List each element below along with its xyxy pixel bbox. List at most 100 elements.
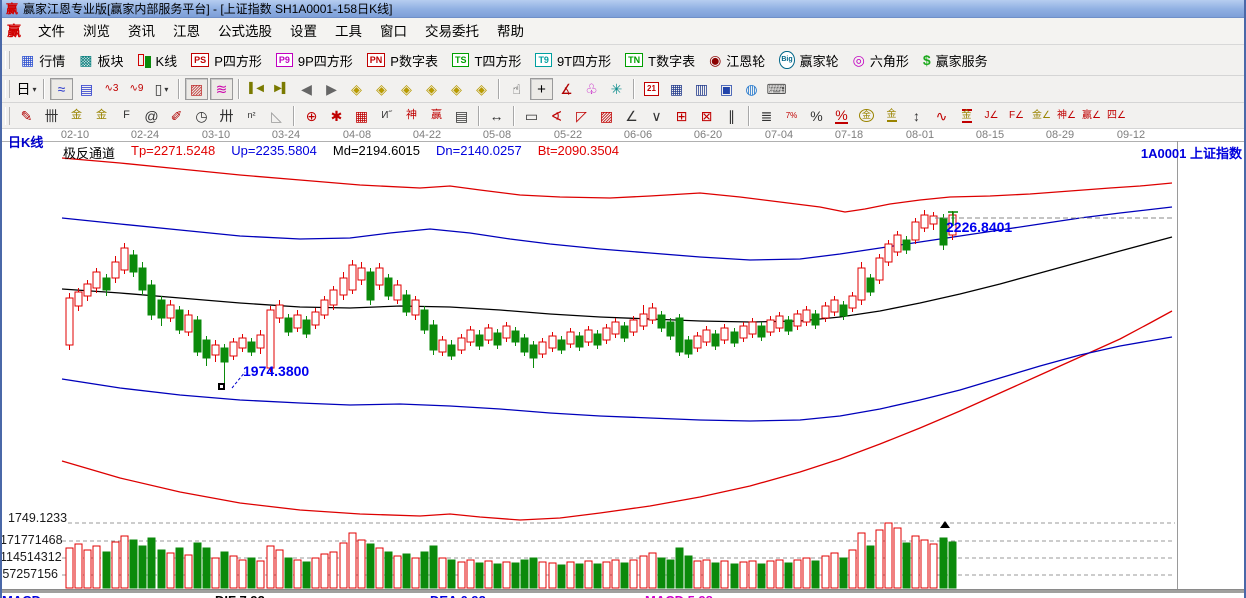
t-square-button[interactable]: TS T四方形 xyxy=(445,49,528,72)
skip-first-button[interactable]: ▌◀ xyxy=(245,78,268,100)
crosshair-tool-button[interactable]: + xyxy=(530,78,553,100)
diamond-shrink-button[interactable]: ◈ xyxy=(420,78,443,100)
j-angle-button[interactable]: J∠ xyxy=(980,105,1003,127)
price-chart[interactable] xyxy=(0,129,1246,598)
menu-item-settings[interactable]: 设置 xyxy=(281,19,326,44)
9t-square-button[interactable]: T9 9T四方形 xyxy=(528,49,618,72)
shen-tool-button[interactable]: 神 xyxy=(400,105,423,127)
diamond-star-button[interactable]: ◈ xyxy=(470,78,493,100)
menu-item-trade[interactable]: 交易委托 xyxy=(416,19,488,44)
hash-grid-button[interactable]: 卅 xyxy=(215,105,238,127)
winner-wheel-button[interactable]: Big 赢家轮 xyxy=(772,49,845,72)
title-bar[interactable]: 赢 赢家江恩专业版[赢家内部服务平台] - [上证指数 SH1A0001-158… xyxy=(0,0,1246,18)
shen-angle-button[interactable]: 神∠ xyxy=(1055,105,1078,127)
percent-button[interactable]: % xyxy=(805,105,828,127)
hexagon-button[interactable]: ◎ 六角形 xyxy=(846,49,916,72)
i-wave-button[interactable]: И˝ xyxy=(375,105,398,127)
toolbar-grip[interactable] xyxy=(5,106,10,125)
rect-tool-button[interactable]: ▭ xyxy=(520,105,543,127)
diamond-right-button[interactable]: ◈ xyxy=(370,78,393,100)
half-angle-button[interactable]: ◺ xyxy=(265,105,288,127)
menu-item-browse[interactable]: 浏览 xyxy=(74,19,119,44)
candle-style-dropdown-icon[interactable]: ▾ xyxy=(32,85,36,94)
kline-button[interactable]: K线 xyxy=(131,49,185,72)
diamond-expand-button[interactable]: ◈ xyxy=(395,78,418,100)
gann-clock-button[interactable]: ◷ xyxy=(190,105,213,127)
circle-cross-button[interactable]: ⊕ xyxy=(300,105,323,127)
measure-pen-button[interactable]: ↕ xyxy=(905,105,928,127)
fan-lines-button[interactable]: ∢ xyxy=(545,105,568,127)
n-squared-button[interactable]: n² xyxy=(240,105,263,127)
p-square-button[interactable]: PS P四方形 xyxy=(184,49,269,72)
step-back-button[interactable]: ◀ xyxy=(295,78,318,100)
menu-item-file[interactable]: 文件 xyxy=(29,19,74,44)
gold-circle-button[interactable]: 金 xyxy=(855,105,878,127)
hollow-candle-button[interactable]: ▯ ▾ xyxy=(150,78,173,100)
wave-tool-button[interactable]: ✳ xyxy=(605,78,628,100)
ladder-button[interactable]: ≣ xyxy=(755,105,778,127)
remote-pc-button[interactable]: ⌨ xyxy=(765,78,788,100)
a-wave-button[interactable]: ∿ xyxy=(930,105,953,127)
notepad-button[interactable]: ▥ xyxy=(690,78,713,100)
menu-item-window[interactable]: 窗口 xyxy=(371,19,416,44)
calendar-button[interactable]: 21 xyxy=(640,78,663,100)
candle-style-button[interactable]: 日 ▾ xyxy=(15,78,38,100)
gann-flower-button[interactable]: ♧ xyxy=(580,78,603,100)
diamond-burst-button[interactable]: ◈ xyxy=(445,78,468,100)
info-document-button[interactable]: ▤ xyxy=(75,78,98,100)
web-grid-button[interactable]: ▦ xyxy=(350,105,373,127)
percent-gauge-button[interactable]: 7% xyxy=(780,105,803,127)
gold-grid-1-button[interactable]: 金 xyxy=(65,105,88,127)
gann-wheel-button[interactable]: ◉ 江恩轮 xyxy=(702,49,772,72)
gann-grid-button[interactable]: 卌 xyxy=(40,105,63,127)
menu-item-gann[interactable]: 江恩 xyxy=(164,19,209,44)
price-brush-button[interactable]: ✐ xyxy=(165,105,188,127)
ruler-123-button[interactable]: ▤ xyxy=(450,105,473,127)
fan-box-button[interactable]: ◸ xyxy=(570,105,593,127)
hand-tool-button[interactable]: ☝ xyxy=(505,78,528,100)
percent-line-button[interactable]: % xyxy=(830,105,853,127)
p-number-table-button[interactable]: PN P数字表 xyxy=(360,49,445,72)
menu-item-news[interactable]: 资讯 xyxy=(119,19,164,44)
winner-service-button[interactable]: $ 赢家服务 xyxy=(916,49,995,72)
menu-item-formula-pick[interactable]: 公式选股 xyxy=(209,19,281,44)
skip-last-button[interactable]: ▶▌ xyxy=(270,78,293,100)
web-box-button[interactable]: ▨ xyxy=(595,105,618,127)
toolbar-grip[interactable] xyxy=(5,80,10,98)
wave-9-button[interactable]: ∿9 xyxy=(125,78,148,100)
toolbar-grip[interactable] xyxy=(5,51,10,69)
menu-item-help[interactable]: 帮助 xyxy=(488,19,533,44)
gold-line-button[interactable]: 金 xyxy=(880,105,903,127)
f-grid-button[interactable]: F xyxy=(115,105,138,127)
hollow-candle-dropdown-icon[interactable]: ▾ xyxy=(164,85,168,94)
gold-angle-button[interactable]: 金∠ xyxy=(1030,105,1053,127)
grid-plus-button[interactable]: ⊞ xyxy=(670,105,693,127)
star-rays-button[interactable]: ✱ xyxy=(325,105,348,127)
network-button[interactable]: ◍ xyxy=(740,78,763,100)
t-number-table-button[interactable]: TN T数字表 xyxy=(618,49,702,72)
menu-item-tools[interactable]: 工具 xyxy=(326,19,371,44)
ying-angle-button[interactable]: 赢∠ xyxy=(1080,105,1103,127)
width-measure-button[interactable]: ↔ xyxy=(485,105,508,127)
sectors-button[interactable]: ▩ 板块 xyxy=(72,49,130,72)
four-angle-button[interactable]: 四∠ xyxy=(1105,105,1128,127)
save-button[interactable]: ▣ xyxy=(715,78,738,100)
ying-tool-button[interactable]: 赢 xyxy=(425,105,448,127)
gold-grid-2-button[interactable]: 金 xyxy=(90,105,113,127)
f-angle-button[interactable]: F∠ xyxy=(1005,105,1028,127)
brush-button[interactable]: ✎ xyxy=(15,105,38,127)
quotes-button[interactable]: ▦ 行情 xyxy=(14,49,72,72)
step-forward-button[interactable]: ▶ xyxy=(320,78,343,100)
gold-marked-button[interactable]: 金 xyxy=(955,105,978,127)
angle-measure-button[interactable]: ∡ xyxy=(555,78,578,100)
parallel-lines-button[interactable]: ∥ xyxy=(720,105,743,127)
grid-cross-button[interactable]: ⊠ xyxy=(695,105,718,127)
pattern-box-button[interactable]: ▨ xyxy=(185,78,208,100)
diamond-left-button[interactable]: ◈ xyxy=(345,78,368,100)
v-wave-button[interactable]: ∨ xyxy=(645,105,668,127)
color-histogram-button[interactable]: ≋ xyxy=(210,78,233,100)
wave-3-button[interactable]: ∿3 xyxy=(100,78,123,100)
9p-square-button[interactable]: P9 9P四方形 xyxy=(269,49,360,72)
zigzag-select-button[interactable]: ≈ xyxy=(50,78,73,100)
angle-lines-button[interactable]: ∠ xyxy=(620,105,643,127)
